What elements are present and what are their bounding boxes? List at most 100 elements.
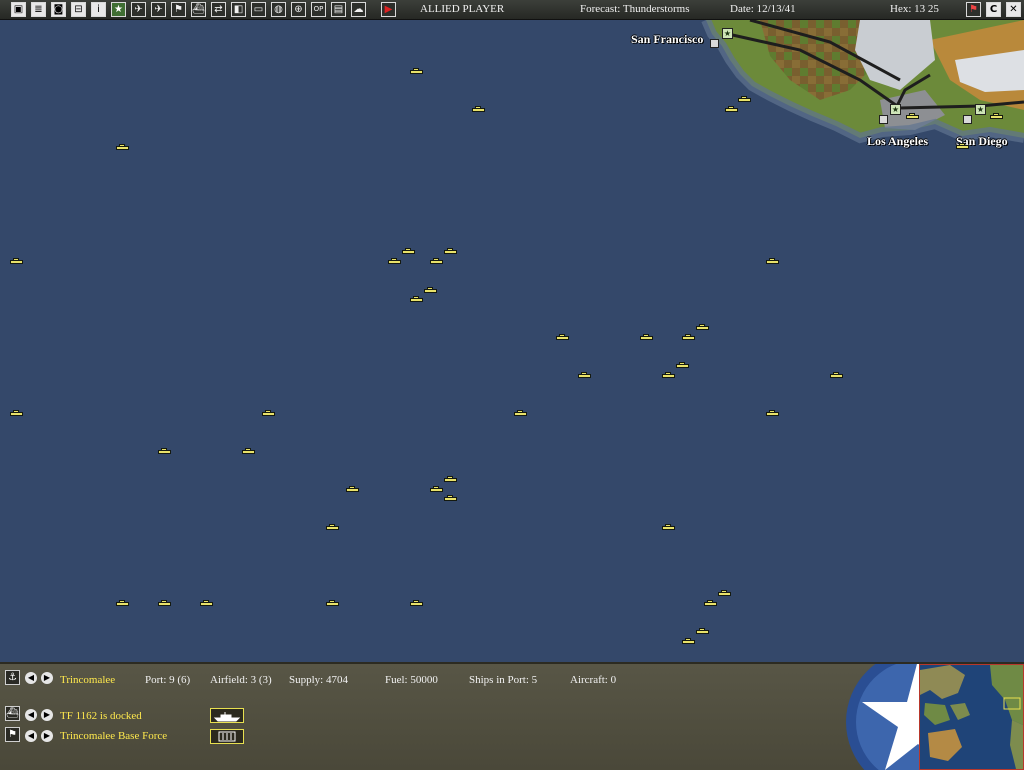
task-force-icon[interactable]: ⛴ [5,706,20,721]
task-force-icon[interactable] [718,590,731,596]
ship-unit-button[interactable] [210,708,244,723]
san-francisco-port-icon[interactable] [710,39,719,48]
base-flag-icon[interactable]: ⚑ [5,727,20,742]
star-base-icon[interactable]: ★ [111,2,126,17]
task-force-icon[interactable] [424,287,437,293]
task-force-icon[interactable] [766,410,779,416]
task-force-icon[interactable] [662,524,675,530]
airfield-size: Airfield: 3 (3) [210,674,272,686]
task-force-icon[interactable] [242,448,255,454]
task-force-icon[interactable] [326,524,339,530]
prev-task-force-arrow-icon[interactable]: ◀ [25,709,37,721]
san-diego-base-icon[interactable]: ★ [975,104,986,115]
task-force-icon[interactable] [640,334,653,340]
city-label-san-francisco: San Francisco [631,32,704,46]
city-label-los-angeles: Los Angeles [867,134,929,148]
task-force-icon[interactable] [556,334,569,340]
task-force-icon[interactable] [10,410,23,416]
prev-base-arrow-icon[interactable]: ◀ [25,672,37,684]
anchor-icon[interactable]: ⚓ [5,670,20,685]
strategic-minimap[interactable] [919,664,1024,770]
next-task-force-arrow-icon[interactable]: ▶ [41,709,53,721]
task-force-status-link[interactable]: TF 1162 is docked [60,710,142,722]
task-force-icon[interactable] [682,334,695,340]
replay-icon[interactable]: ◙ [51,2,66,17]
task-force-icon[interactable] [472,106,485,112]
route-icon[interactable]: ⇄ [211,2,226,17]
task-force-icon[interactable] [200,600,213,606]
task-force-icon[interactable] [158,600,171,606]
task-force-icon[interactable] [116,600,129,606]
weather-icon[interactable]: ☁ [351,2,366,17]
fuel-amount: Fuel: 50000 [385,674,438,686]
san-francisco-base-icon[interactable]: ★ [722,28,733,39]
base-force-link[interactable]: Trincomalee Base Force [60,730,167,742]
save-icon[interactable]: ⊟ [71,2,86,17]
fighter-icon[interactable]: ✈ [151,2,166,17]
coastline-terrain [701,20,1024,144]
next-unit-arrow-icon[interactable]: ▶ [41,730,53,742]
task-force-icon[interactable] [410,296,423,302]
los-angeles-port-icon[interactable] [879,115,888,124]
task-force-icon[interactable] [158,448,171,454]
task-force-icon[interactable] [662,372,675,378]
san-diego-port-icon[interactable] [963,115,972,124]
task-force-icon[interactable] [326,600,339,606]
task-force-icon[interactable] [430,258,443,264]
flag-red-icon[interactable]: ⚑ [966,2,981,17]
task-force-icon[interactable] [444,248,457,254]
task-force-icon[interactable] [402,248,415,254]
ships-in-port: Ships in Port: 5 [469,674,538,686]
c-button[interactable]: C [986,2,1001,17]
task-force-icon[interactable] [410,600,423,606]
task-force-icon[interactable] [10,258,23,264]
aircraft-count: Aircraft: 0 [570,674,617,686]
task-force-icon[interactable] [578,372,591,378]
prev-unit-arrow-icon[interactable]: ◀ [25,730,37,742]
task-force-icon[interactable] [738,96,751,102]
base-name-link[interactable]: Trincomalee [60,674,115,686]
warship-icon [213,712,241,722]
task-force-icon[interactable] [410,68,423,74]
report-icon[interactable]: ≣ [31,2,46,17]
sides-icon[interactable]: ◧ [231,2,246,17]
ground-unit-button[interactable] [210,729,244,744]
task-force-icon[interactable] [116,144,129,150]
task-force-icon[interactable] [704,600,717,606]
network-icon[interactable]: ⊕ [291,2,306,17]
task-force-icon[interactable] [766,258,779,264]
air-unit-icon[interactable]: ✈ [131,2,146,17]
task-force-icon[interactable] [696,628,709,634]
close-icon[interactable]: ✕ [1006,2,1021,17]
info-icon[interactable]: i [91,2,106,17]
task-force-icon[interactable]: ⛴ [191,2,206,17]
task-force-icon[interactable] [906,113,919,119]
end-turn-play-icon[interactable]: ▶ [381,2,396,17]
task-force-icon[interactable] [430,486,443,492]
task-force-icon[interactable] [346,486,359,492]
ocean-map[interactable]: ★ ★ ★ San Francisco Los Angeles San Dieg… [0,20,1024,662]
task-force-icon[interactable] [444,476,457,482]
task-force-icon[interactable] [262,410,275,416]
select-icon[interactable]: ▣ [11,2,26,17]
allied-star-emblem [846,664,920,770]
task-force-icon[interactable] [514,410,527,416]
ship-list-icon[interactable]: ▭ [251,2,266,17]
task-force-icon[interactable] [990,113,1003,119]
task-force-icon[interactable] [696,324,709,330]
globe-icon[interactable]: ◍ [271,2,286,17]
grid-icon[interactable]: ▤ [331,2,346,17]
task-force-icon[interactable] [388,258,401,264]
task-force-icon[interactable] [682,638,695,644]
weather-forecast: Forecast: Thunderstorms [580,3,690,15]
next-base-arrow-icon[interactable]: ▶ [41,672,53,684]
flag-icon[interactable]: ⚑ [171,2,186,17]
player-side: ALLIED PLAYER [420,3,505,15]
task-force-icon[interactable] [444,495,457,501]
task-force-icon[interactable] [956,143,969,149]
task-force-icon[interactable] [725,106,738,112]
task-force-icon[interactable] [830,372,843,378]
task-force-icon[interactable] [676,362,689,368]
op-button[interactable]: OP [311,2,326,17]
los-angeles-base-icon[interactable]: ★ [890,104,901,115]
